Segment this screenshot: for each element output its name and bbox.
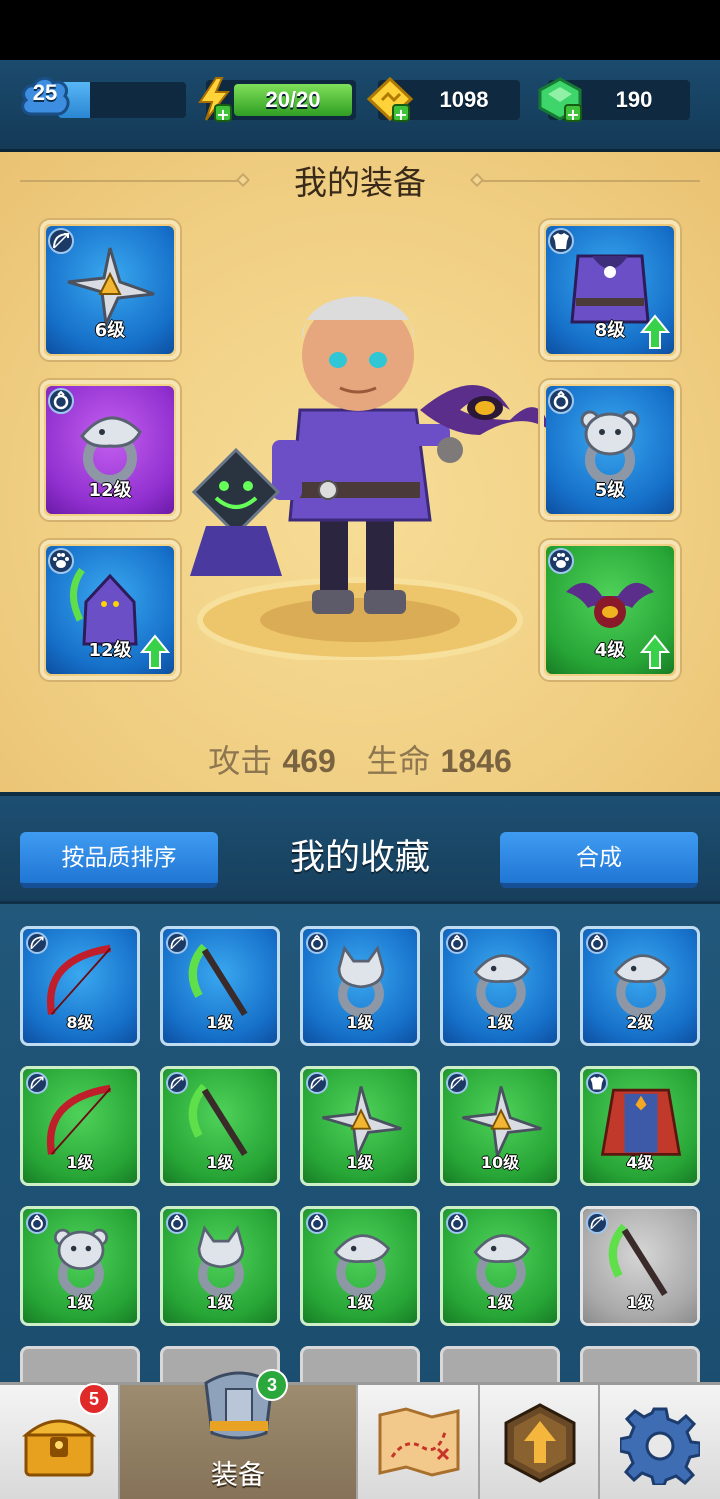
upgrade-arrow-icon	[139, 634, 171, 670]
dragon-ring-icon	[597, 941, 685, 1019]
dragon-ring-icon	[457, 1221, 545, 1299]
collection-title: 我的收藏	[289, 838, 430, 878]
player-level: 25	[32, 80, 58, 105]
item-level: 1级	[486, 1013, 514, 1032]
collection-item-partial[interactable]	[440, 1346, 560, 1386]
wolf-ring-icon	[177, 1221, 265, 1299]
player-level-badge[interactable]: 25	[20, 74, 70, 120]
collection-item[interactable]: 8级	[20, 926, 140, 1046]
gold-value: 1098	[439, 87, 489, 112]
bear-ring-icon	[37, 1221, 125, 1299]
nav-map[interactable]	[358, 1385, 480, 1499]
collection-item-partial[interactable]	[300, 1346, 420, 1386]
attack-label: 攻击	[208, 742, 273, 780]
shuriken-icon	[457, 1081, 545, 1162]
collection-item-partial[interactable]	[20, 1346, 140, 1386]
hp-label: 生命	[366, 742, 431, 780]
collection-item[interactable]: 4级	[580, 1066, 700, 1186]
collection-item[interactable]: 1级	[160, 926, 280, 1046]
equipment-slot-armor[interactable]: 8级	[540, 220, 680, 360]
item-level: 1级	[346, 1153, 374, 1172]
hero-stats: 攻击 469 生命 1846	[0, 736, 720, 782]
energy-plus-button[interactable]: +	[214, 104, 232, 124]
chest-notification-badge: 5	[78, 1383, 110, 1415]
equipment-slot-ring-1[interactable]: 12级	[40, 380, 180, 520]
wolf-ring-icon	[317, 941, 405, 1019]
item-level: 8级	[66, 1013, 94, 1032]
collection-item[interactable]: 1级	[580, 1206, 700, 1326]
green-scythe-icon	[597, 1221, 685, 1299]
item-level: 1级	[206, 1153, 234, 1172]
collection-item[interactable]: 1级	[160, 1206, 280, 1326]
reaper-pet-companion[interactable]	[186, 446, 286, 596]
nav-equipment[interactable]: 3 装备	[120, 1369, 358, 1499]
collection-row-partial	[20, 1346, 700, 1386]
equipment-notification-badge: 3	[256, 1369, 288, 1401]
collection-item[interactable]: 2级	[580, 926, 700, 1046]
gem-value: 190	[615, 87, 653, 112]
gold-plus-button[interactable]: +	[392, 104, 410, 124]
item-level: 4级	[626, 1153, 654, 1172]
item-level: 1级	[206, 1013, 234, 1032]
equipment-title: 我的装备	[294, 163, 426, 202]
nav-settings[interactable]	[600, 1385, 720, 1499]
slot-level: 5级	[594, 480, 626, 501]
collection-item[interactable]: 1级	[300, 1066, 420, 1186]
item-level: 1级	[626, 1293, 654, 1312]
item-level: 1级	[346, 1293, 374, 1312]
shuriken-icon	[317, 1081, 405, 1162]
collection-item[interactable]: 10级	[440, 1066, 560, 1186]
item-level: 1级	[66, 1153, 94, 1172]
equipment-slot-ring-2[interactable]: 5级	[540, 380, 680, 520]
system-status-bar	[0, 0, 720, 60]
collection-item[interactable]: 1级	[20, 1206, 140, 1326]
map-icon	[378, 1407, 460, 1477]
item-level: 1级	[206, 1293, 234, 1312]
nav-chest[interactable]: 5	[0, 1383, 120, 1499]
item-level: 1级	[66, 1293, 94, 1312]
item-level: 10级	[480, 1153, 520, 1172]
green-scythe-icon	[177, 1081, 265, 1159]
xp-progress-bar	[58, 82, 186, 118]
dragon-ring-icon	[317, 1221, 405, 1299]
collection-item[interactable]: 1级	[300, 926, 420, 1046]
upgrade-arrow-icon	[639, 634, 671, 670]
chest-icon	[21, 1419, 97, 1477]
item-level: 2级	[626, 1013, 654, 1032]
collection-item[interactable]: 1级	[440, 926, 560, 1046]
collection-item[interactable]: 1级	[440, 1206, 560, 1326]
nav-upgrade[interactable]	[480, 1385, 600, 1499]
settings-gear-icon	[620, 1407, 700, 1485]
energy-value: 20/20	[265, 87, 321, 112]
gem-plus-button[interactable]: +	[564, 104, 582, 124]
upgrade-arrow-icon	[639, 314, 671, 350]
slot-level: 6级	[94, 320, 126, 341]
equipment-slot-pet-2[interactable]: 4级	[540, 540, 680, 680]
attack-value: 469	[282, 743, 336, 779]
dragon-ring-icon	[457, 941, 545, 1019]
upgrade-icon	[504, 1403, 576, 1483]
hp-value: 1846	[440, 743, 512, 779]
item-level: 1级	[346, 1013, 374, 1032]
red-robe-icon	[597, 1081, 685, 1159]
slot-level: 12级	[88, 480, 132, 501]
green-scythe-icon	[177, 941, 265, 1019]
red-bow-icon	[37, 1081, 125, 1159]
equipment-slot-weapon[interactable]: 6级	[40, 220, 180, 360]
merge-button[interactable]: 合成	[500, 832, 698, 888]
collection-item-partial[interactable]	[580, 1346, 700, 1386]
red-bow-icon	[37, 941, 125, 1019]
equipment-slot-pet-1[interactable]: 12级	[40, 540, 180, 680]
collection-item[interactable]: 1级	[300, 1206, 420, 1326]
nav-equipment-label: 装备	[211, 1460, 265, 1491]
item-level: 1级	[486, 1293, 514, 1312]
collection-item[interactable]: 1级	[160, 1066, 280, 1186]
sort-by-quality-button[interactable]: 按品质排序	[20, 832, 218, 888]
collection-item[interactable]: 1级	[20, 1066, 140, 1186]
